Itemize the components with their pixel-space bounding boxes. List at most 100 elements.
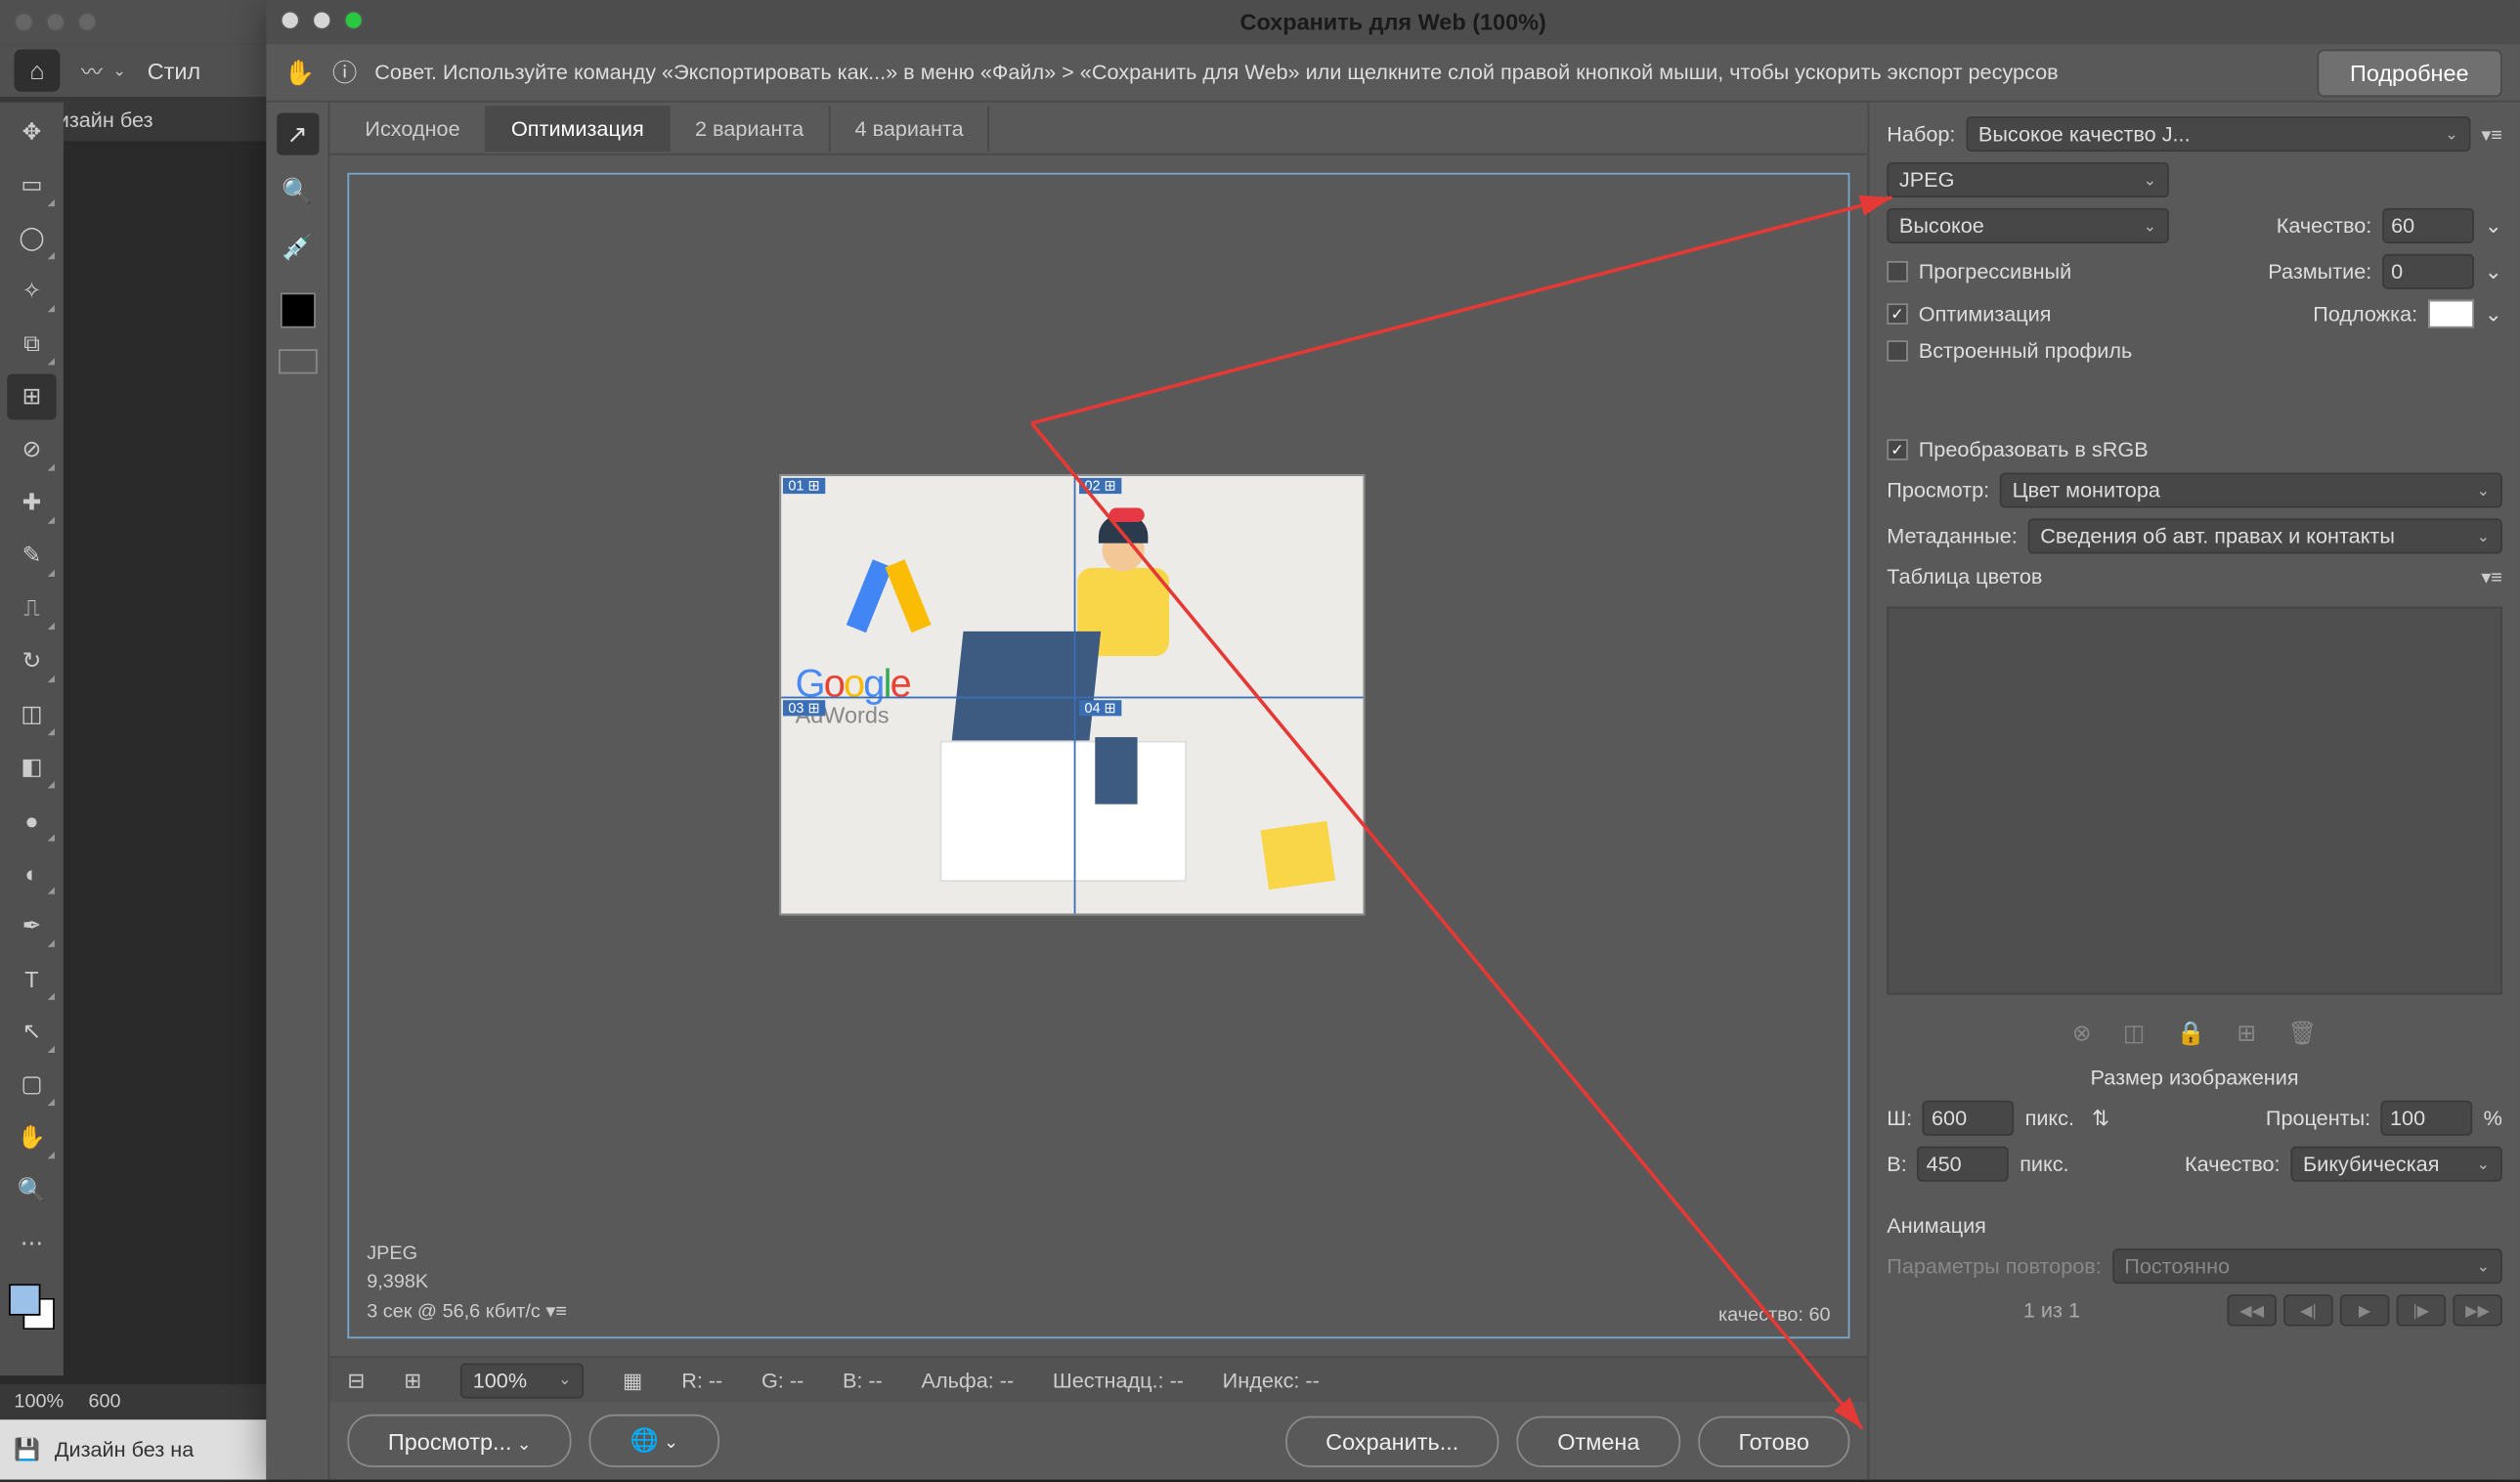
marquee-tool-icon[interactable]: ▭ (7, 162, 57, 208)
optimized-checkbox[interactable] (1887, 303, 1908, 325)
srgb-checkbox[interactable] (1887, 439, 1908, 460)
quality-preset-select[interactable]: Высокое⌄ (1887, 208, 2169, 243)
frame-tool-icon[interactable]: ⊞ (7, 373, 57, 419)
gradient-tool-icon[interactable]: ◧ (7, 744, 57, 790)
grid-minus-icon[interactable]: ⊟ (347, 1368, 365, 1392)
last-frame-button[interactable]: ▶▶ (2453, 1294, 2502, 1326)
quality-stepper-icon[interactable]: ⌄ (2485, 213, 2502, 238)
wand-tool-icon[interactable]: ✧ (7, 268, 57, 314)
path-select-icon[interactable]: ↖ (7, 1009, 57, 1055)
preview-mode-select[interactable]: Цвет монитора⌄ (2000, 472, 2502, 507)
tab-optimized[interactable]: Оптимизация (487, 105, 671, 151)
preview-button[interactable]: Просмотр... (347, 1415, 572, 1467)
style-label[interactable]: Стил (148, 58, 200, 84)
shape-tool-icon[interactable]: ▢ (7, 1062, 57, 1108)
blur-label: Размытие: (2268, 259, 2371, 283)
loop-select: Постоянно⌄ (2112, 1248, 2502, 1284)
ct-trash-icon[interactable]: 🗑 (2287, 1020, 2317, 1048)
type-tool-icon[interactable]: T (7, 956, 57, 1002)
healing-tool-icon[interactable]: ✚ (7, 480, 57, 526)
resample-select[interactable]: Бикубическая⌄ (2290, 1147, 2501, 1182)
eyedropper-tool-icon[interactable]: ⊘ (7, 427, 57, 473)
blur-tool-icon[interactable]: ● (7, 797, 57, 843)
frame-readout: 1 из 1 (1887, 1298, 2216, 1323)
preset-menu-icon[interactable]: ▾≡ (2481, 122, 2502, 145)
crop-tool-icon[interactable]: ⧉ (7, 321, 57, 367)
eraser-tool-icon[interactable]: ◫ (7, 691, 57, 737)
lasso-tool-icon[interactable]: ◯ (7, 215, 57, 261)
ct-cube-icon[interactable]: ◫ (2123, 1020, 2145, 1048)
tab-original[interactable]: Исходное (340, 105, 487, 151)
height-input[interactable] (1918, 1147, 2010, 1182)
ct-new-icon[interactable]: ⊞ (2237, 1020, 2256, 1048)
blur-input[interactable] (2382, 254, 2474, 289)
next-frame-button[interactable]: |▶ (2397, 1294, 2447, 1326)
footer-menu-icon[interactable]: ▾≡ (545, 1300, 567, 1322)
quality-input[interactable] (2382, 208, 2474, 243)
status-b: B: -- (843, 1368, 883, 1392)
home-button[interactable]: ⌂ (14, 50, 60, 92)
slice-select-icon[interactable]: 🔍 (276, 169, 318, 211)
metadata-label: Метаданные: (1887, 524, 2018, 548)
color-table-menu-icon[interactable]: ▾≡ (2481, 565, 2502, 588)
animation-title: Анимация (1887, 1213, 1986, 1238)
brush-dropdown[interactable]: 〰 ⌄ (81, 56, 126, 86)
grid-plus-icon[interactable]: ⊞ (404, 1368, 421, 1392)
slice-toggle-icon[interactable] (278, 349, 317, 373)
matte-color[interactable] (2428, 300, 2474, 328)
status-g: G: -- (761, 1368, 804, 1392)
height-label: В: (1887, 1152, 1906, 1176)
learn-more-button[interactable]: Подробнее (2317, 49, 2502, 97)
hand-tool-icon[interactable]: ↗ (276, 112, 318, 154)
metadata-select[interactable]: Сведения об авт. правах и контакты⌄ (2028, 518, 2502, 553)
tab-4up[interactable]: 4 варианта (830, 105, 990, 151)
prev-frame-button[interactable]: ◀| (2283, 1294, 2333, 1326)
pen-tool-icon[interactable]: ✒ (7, 903, 57, 949)
tab-2up[interactable]: 2 варианта (671, 105, 831, 151)
color-table-title: Таблица цветов (1887, 564, 2042, 588)
save-button[interactable]: Сохранить... (1285, 1416, 1499, 1466)
hand-icon[interactable]: ✋ (283, 58, 314, 88)
status-hex: Шестнадц.: -- (1053, 1368, 1184, 1392)
zoom-select[interactable]: 100%⌄ (460, 1363, 584, 1398)
done-button[interactable]: Готово (1698, 1416, 1849, 1466)
zoom-tool-icon[interactable]: 🔍 (7, 1167, 57, 1213)
ct-lock-icon[interactable]: 🔒 (2177, 1020, 2205, 1048)
zoom-readout[interactable]: 100% (14, 1391, 64, 1413)
format-select[interactable]: JPEG⌄ (1887, 162, 2169, 197)
dialog-traffic-lights[interactable] (281, 11, 364, 30)
ct-eyedrop-icon[interactable]: ⊗ (2072, 1020, 2092, 1048)
play-button[interactable]: ▶ (2340, 1294, 2390, 1326)
dialog-titlebar[interactable]: Сохранить для Web (100%) (266, 0, 2520, 44)
percent-input[interactable] (2381, 1101, 2473, 1136)
footer-size: 9,398K (367, 1268, 567, 1297)
embed-profile-checkbox[interactable] (1887, 340, 1908, 362)
eyedropper-color[interactable] (280, 292, 315, 327)
matte-dropdown-icon[interactable]: ⌄ (2485, 301, 2502, 326)
link-icon[interactable]: ⇅ (2092, 1106, 2109, 1130)
color-swatches[interactable] (9, 1284, 55, 1329)
progressive-checkbox[interactable] (1887, 261, 1908, 283)
blur-stepper-icon[interactable]: ⌄ (2485, 259, 2502, 283)
cancel-button[interactable]: Отмена (1517, 1416, 1680, 1466)
browser-preview-button[interactable]: 🌐 (589, 1415, 718, 1467)
stamp-tool-icon[interactable]: ⎍ (7, 586, 57, 632)
dialog-toolbar: ↗ 🔍 💉 (266, 103, 329, 1480)
zoom-tool-icon[interactable]: 💉 (276, 226, 318, 268)
brush-tool-icon[interactable]: ✎ (7, 533, 57, 579)
width-input[interactable] (1923, 1101, 2015, 1136)
history-brush-icon[interactable]: ↻ (7, 638, 57, 684)
dodge-tool-icon[interactable]: ◐ (7, 850, 57, 896)
progressive-label: Прогрессивный (1919, 259, 2071, 283)
optimized-label: Оптимизация (1919, 301, 2052, 326)
first-frame-button[interactable]: ◀◀ (2227, 1294, 2277, 1326)
slice-badge: 01 ⊞ (783, 478, 825, 494)
matte-label: Подложка: (2313, 301, 2417, 326)
more-tools-icon[interactable]: ⋯ (7, 1220, 57, 1266)
preset-select[interactable]: Высокое качество J...⌄ (1966, 116, 2470, 152)
host-traffic-lights[interactable] (14, 13, 97, 32)
hand-tool-icon[interactable]: ✋ (7, 1114, 57, 1160)
preview-canvas[interactable]: Google AdWords (347, 173, 1849, 1338)
footer-format: JPEG (367, 1239, 567, 1268)
move-tool-icon[interactable]: ✥ (7, 109, 57, 155)
